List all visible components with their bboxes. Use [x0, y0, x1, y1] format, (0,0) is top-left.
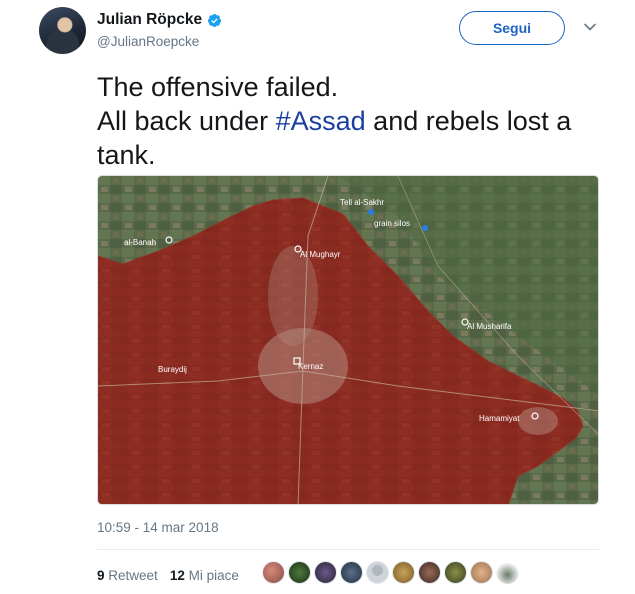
liker-avatar[interactable] [470, 561, 493, 584]
tweet-line-2: All back under #Assad and rebels lost a [97, 106, 572, 136]
tweet-timestamp[interactable]: 10:59 - 14 mar 2018 [97, 520, 219, 535]
author-avatar[interactable] [39, 7, 86, 54]
label-hamamiyat: Hamamiyat [479, 414, 520, 423]
liker-avatar[interactable] [314, 561, 337, 584]
map-svg: Tell al-Sakhr grain silos al-Banah Al Mu… [98, 176, 598, 504]
label-tell-al-sakhr: Tell al-Sakhr [340, 198, 384, 207]
label-buraydij: Buraydij [158, 365, 187, 374]
tweet-line-1: The offensive failed. [97, 72, 339, 102]
retweet-stat[interactable]: 9 Retweet [97, 568, 158, 583]
tweet-line-3: tank. [97, 140, 156, 170]
tweet-text: The offensive failed. All back under #As… [97, 70, 607, 172]
author-name[interactable]: Julian Röpcke [97, 11, 202, 29]
label-al-mughayr: Al Mughayr [300, 250, 341, 259]
label-al-banah: al-Banah [124, 238, 156, 247]
author-handle[interactable]: @JulianRoepcke [97, 34, 199, 49]
tweet-media-map[interactable]: Tell al-Sakhr grain silos al-Banah Al Mu… [97, 175, 599, 505]
liker-avatars [262, 561, 519, 584]
like-stat[interactable]: 12 Mi piace [170, 568, 239, 583]
follow-button[interactable]: Segui [459, 11, 565, 45]
liker-avatar[interactable] [418, 561, 441, 584]
label-kernaz: Kernaz [298, 362, 323, 371]
liker-avatar[interactable] [444, 561, 467, 584]
author-name-row[interactable]: Julian Röpcke [97, 11, 222, 29]
engagement-stats: 9 Retweet 12 Mi piace [97, 568, 239, 583]
map-marker-buraydij: Buraydij [158, 365, 187, 374]
liker-avatar[interactable] [262, 561, 285, 584]
verified-badge-icon [208, 13, 222, 27]
divider [97, 549, 599, 550]
label-al-musharifa: Al Musharifa [467, 322, 512, 331]
chevron-down-icon[interactable] [583, 20, 597, 34]
liker-avatar[interactable] [496, 561, 519, 584]
liker-avatar[interactable] [288, 561, 311, 584]
liker-avatar[interactable] [392, 561, 415, 584]
label-grain-silos: grain silos [374, 219, 410, 228]
hashtag-link[interactable]: #Assad [276, 106, 366, 136]
liker-avatar[interactable] [366, 561, 389, 584]
liker-avatar[interactable] [340, 561, 363, 584]
